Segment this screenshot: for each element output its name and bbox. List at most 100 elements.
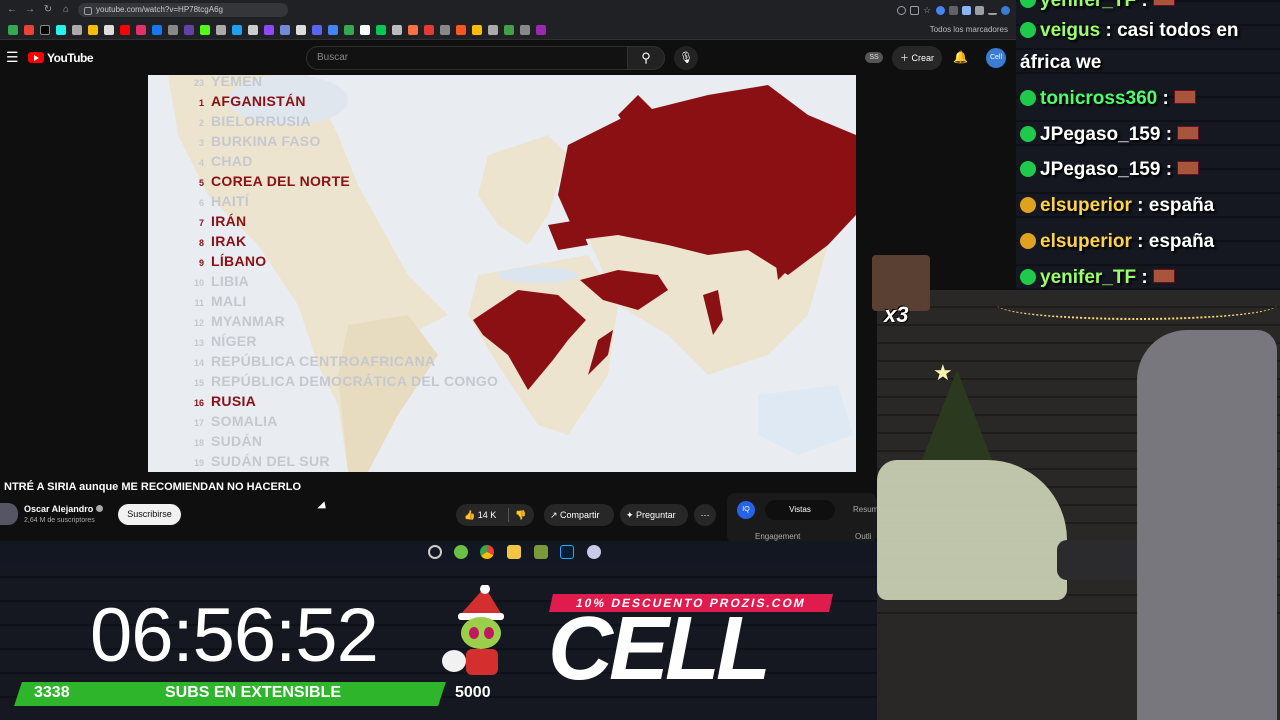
ask-button[interactable]: ✦ Preguntar xyxy=(620,504,688,526)
forward-icon[interactable]: → xyxy=(24,4,36,16)
extension-icon[interactable] xyxy=(962,5,971,15)
country-row: 3 BURKINA FASO xyxy=(188,133,548,153)
extension-icon[interactable] xyxy=(936,5,945,15)
bookmark-icon[interactable] xyxy=(24,24,34,35)
obs-icon[interactable] xyxy=(428,545,442,559)
bookmark-icon[interactable] xyxy=(280,24,290,35)
bookmark-icon[interactable] xyxy=(200,24,210,35)
country-rank: 3 xyxy=(198,138,204,148)
bookmark-icon[interactable] xyxy=(392,24,402,35)
download-icon[interactable] xyxy=(988,6,997,15)
chat-username[interactable]: veigus xyxy=(1040,20,1100,41)
bookmark-icon[interactable] xyxy=(232,24,242,35)
create-button[interactable]: ＋ Crear xyxy=(892,46,942,70)
folder-icon[interactable] xyxy=(507,545,521,559)
youtube-logo[interactable]: YouTube xyxy=(28,51,94,65)
country-rank: 17 xyxy=(193,418,204,428)
voice-search-button[interactable]: 🎙 xyxy=(674,46,698,70)
cast-icon[interactable] xyxy=(910,5,919,15)
address-bar[interactable]: youtube.com/watch?v=HP78tcgA6g xyxy=(78,3,288,17)
thumbs-up-icon: 👍 xyxy=(464,510,478,520)
bookmark-icon[interactable] xyxy=(88,24,98,35)
string-lights xyxy=(997,290,1277,320)
iq-icon[interactable]: IQ xyxy=(737,501,755,519)
tab-views[interactable]: Vistas xyxy=(765,500,835,520)
more-actions-button[interactable]: ⋯ xyxy=(694,504,716,526)
bookmark-icon[interactable] xyxy=(8,24,18,35)
bookmark-icon[interactable] xyxy=(40,24,50,35)
video-player[interactable]: 23 YEMEN 1 AFGANISTÁN 2 BIELORRUSIA 3 BURKINA F… xyxy=(148,75,856,472)
bookmark-icon[interactable] xyxy=(56,24,66,35)
bookmark-icon[interactable] xyxy=(488,24,498,35)
bookmark-icon[interactable] xyxy=(408,24,418,35)
browser-toolbar: ← → ↻ ⌂ youtube.com/watch?v=HP78tcgA6g ☆ xyxy=(0,0,1016,20)
country-name: SUDÁN xyxy=(211,433,263,449)
bookmark-icon[interactable] xyxy=(184,24,194,35)
bookmark-icon[interactable] xyxy=(344,24,354,35)
back-icon[interactable]: ← xyxy=(6,4,18,16)
bookmark-icon[interactable] xyxy=(120,24,130,35)
extension-icon[interactable] xyxy=(949,5,958,15)
bookmark-icon[interactable] xyxy=(216,24,226,35)
bookmark-icon[interactable] xyxy=(264,24,274,35)
chat-text: españa xyxy=(1148,231,1215,252)
bookmark-icon[interactable] xyxy=(168,24,178,35)
profile-icon[interactable] xyxy=(1001,5,1010,15)
bookmark-icon[interactable] xyxy=(328,24,338,35)
star-bookmark-icon[interactable]: ☆ xyxy=(923,5,932,15)
bookmark-icon[interactable] xyxy=(504,24,514,35)
bookmark-icon[interactable] xyxy=(424,24,434,35)
bookmark-icon[interactable] xyxy=(72,24,82,35)
bookmark-icon[interactable] xyxy=(376,24,386,35)
bookmark-icon[interactable] xyxy=(536,24,546,35)
home-icon[interactable]: ⌂ xyxy=(60,4,72,16)
xbox-app-icon[interactable] xyxy=(454,545,468,559)
tab-summary[interactable]: Resum xyxy=(853,505,878,514)
bell-icon[interactable]: 🔔 xyxy=(953,50,968,64)
bookmark-icon[interactable] xyxy=(520,24,530,35)
bookmark-icon[interactable] xyxy=(296,24,306,35)
chat-username[interactable]: elsuperior xyxy=(1040,231,1132,252)
chat-username[interactable]: JPegaso_159 xyxy=(1040,159,1160,180)
extension-badge[interactable]: SS xyxy=(865,52,883,63)
chat-username[interactable]: yenifer_TF xyxy=(1040,0,1136,11)
chrome-icon[interactable] xyxy=(480,545,494,559)
subscriber-badge-icon xyxy=(1020,126,1036,142)
subscribe-button[interactable]: Suscribirse xyxy=(118,504,181,525)
chat-username[interactable]: JPegaso_159 xyxy=(1040,124,1160,145)
menu-icon[interactable]: ☰ xyxy=(6,49,22,66)
bookmark-icon[interactable] xyxy=(440,24,450,35)
puzzle-icon[interactable] xyxy=(975,5,984,15)
bookmark-icon[interactable] xyxy=(136,24,146,35)
chat-emote-icon xyxy=(1152,269,1175,283)
bookmark-icon[interactable] xyxy=(152,24,162,35)
bookmark-icon[interactable] xyxy=(104,24,114,35)
chat-message: yenifer_TF : xyxy=(1020,267,1175,289)
chat-username[interactable]: yenifer_TF xyxy=(1040,267,1136,288)
chat-separator: : xyxy=(1136,0,1153,11)
zoom-icon[interactable] xyxy=(897,5,906,15)
user-avatar[interactable]: Cell xyxy=(986,48,1006,68)
all-bookmarks-folder[interactable]: Todos los marcadores xyxy=(930,25,1008,34)
bookmark-icon[interactable] xyxy=(248,24,258,35)
app-icon[interactable] xyxy=(587,545,601,559)
search-button[interactable]: ⚲ xyxy=(627,46,665,70)
thumbs-down-icon[interactable]: 👎 xyxy=(515,504,526,526)
share-button[interactable]: ↗ Compartir xyxy=(544,504,614,526)
reload-icon[interactable]: ↻ xyxy=(42,4,54,16)
like-button[interactable]: 👍 14 K 👎 xyxy=(456,504,534,526)
outline-label: Outli xyxy=(855,532,872,541)
bookmark-icon[interactable] xyxy=(360,24,370,35)
photoshop-icon[interactable] xyxy=(560,545,574,559)
search-input[interactable]: Buscar xyxy=(306,46,628,70)
bookmark-icon[interactable] xyxy=(472,24,482,35)
channel-name[interactable]: Oscar Alejandro xyxy=(24,504,104,514)
bookmark-icon[interactable] xyxy=(312,24,322,35)
country-name: REPÚBLICA CENTROAFRICANA xyxy=(211,353,436,369)
bookmark-icon[interactable] xyxy=(456,24,466,35)
chat-username[interactable]: tonicross360 xyxy=(1040,88,1157,109)
chat-username[interactable]: elsuperior xyxy=(1040,195,1132,216)
channel-avatar[interactable] xyxy=(0,503,18,525)
subscriber-badge-icon xyxy=(1020,269,1036,285)
minecraft-icon[interactable] xyxy=(534,545,548,559)
